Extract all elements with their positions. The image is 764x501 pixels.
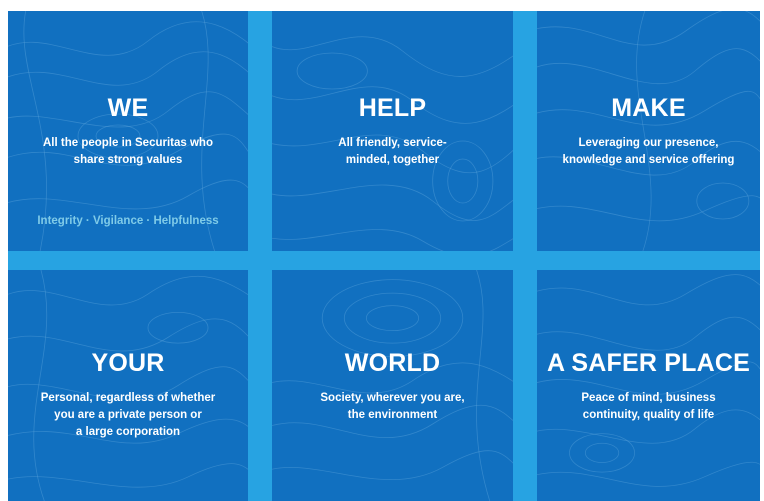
tile-title: HELP	[358, 94, 427, 122]
tile-description: Society, wherever you are, the environme…	[320, 392, 465, 421]
tile-title: MAKE	[611, 94, 686, 122]
values-list: Integrity · Vigilance · Helpfulness	[37, 215, 219, 227]
page: WE All the people in Securitas who share…	[0, 0, 764, 501]
tile-world: WORLD Society, wherever you are, the env…	[272, 270, 513, 501]
tile-title: WORLD	[344, 349, 441, 377]
tile-description: Peace of mind, business continuity, qual…	[581, 392, 716, 421]
tile-description: All the people in Securitas who share st…	[43, 137, 213, 166]
tile-we: WE All the people in Securitas who share…	[8, 11, 248, 251]
tile-description: All friendly, service- minded, together	[338, 137, 447, 166]
tile-a-safer-place: A SAFER PLACE Peace of mind, business co…	[537, 270, 760, 501]
tile-description: Personal, regardless of whether you are …	[40, 392, 216, 438]
tile-make: MAKE Leveraging our presence, knowledge …	[537, 11, 760, 251]
tile-description: Leveraging our presence, knowledge and s…	[562, 137, 735, 166]
tile-help: HELP All friendly, service- minded, toge…	[272, 11, 513, 251]
tile-title: A SAFER PLACE	[546, 349, 751, 377]
tile-title: YOUR	[91, 349, 165, 377]
tile-title: WE	[107, 94, 149, 122]
tile-your: YOUR Personal, regardless of whether you…	[8, 270, 248, 501]
